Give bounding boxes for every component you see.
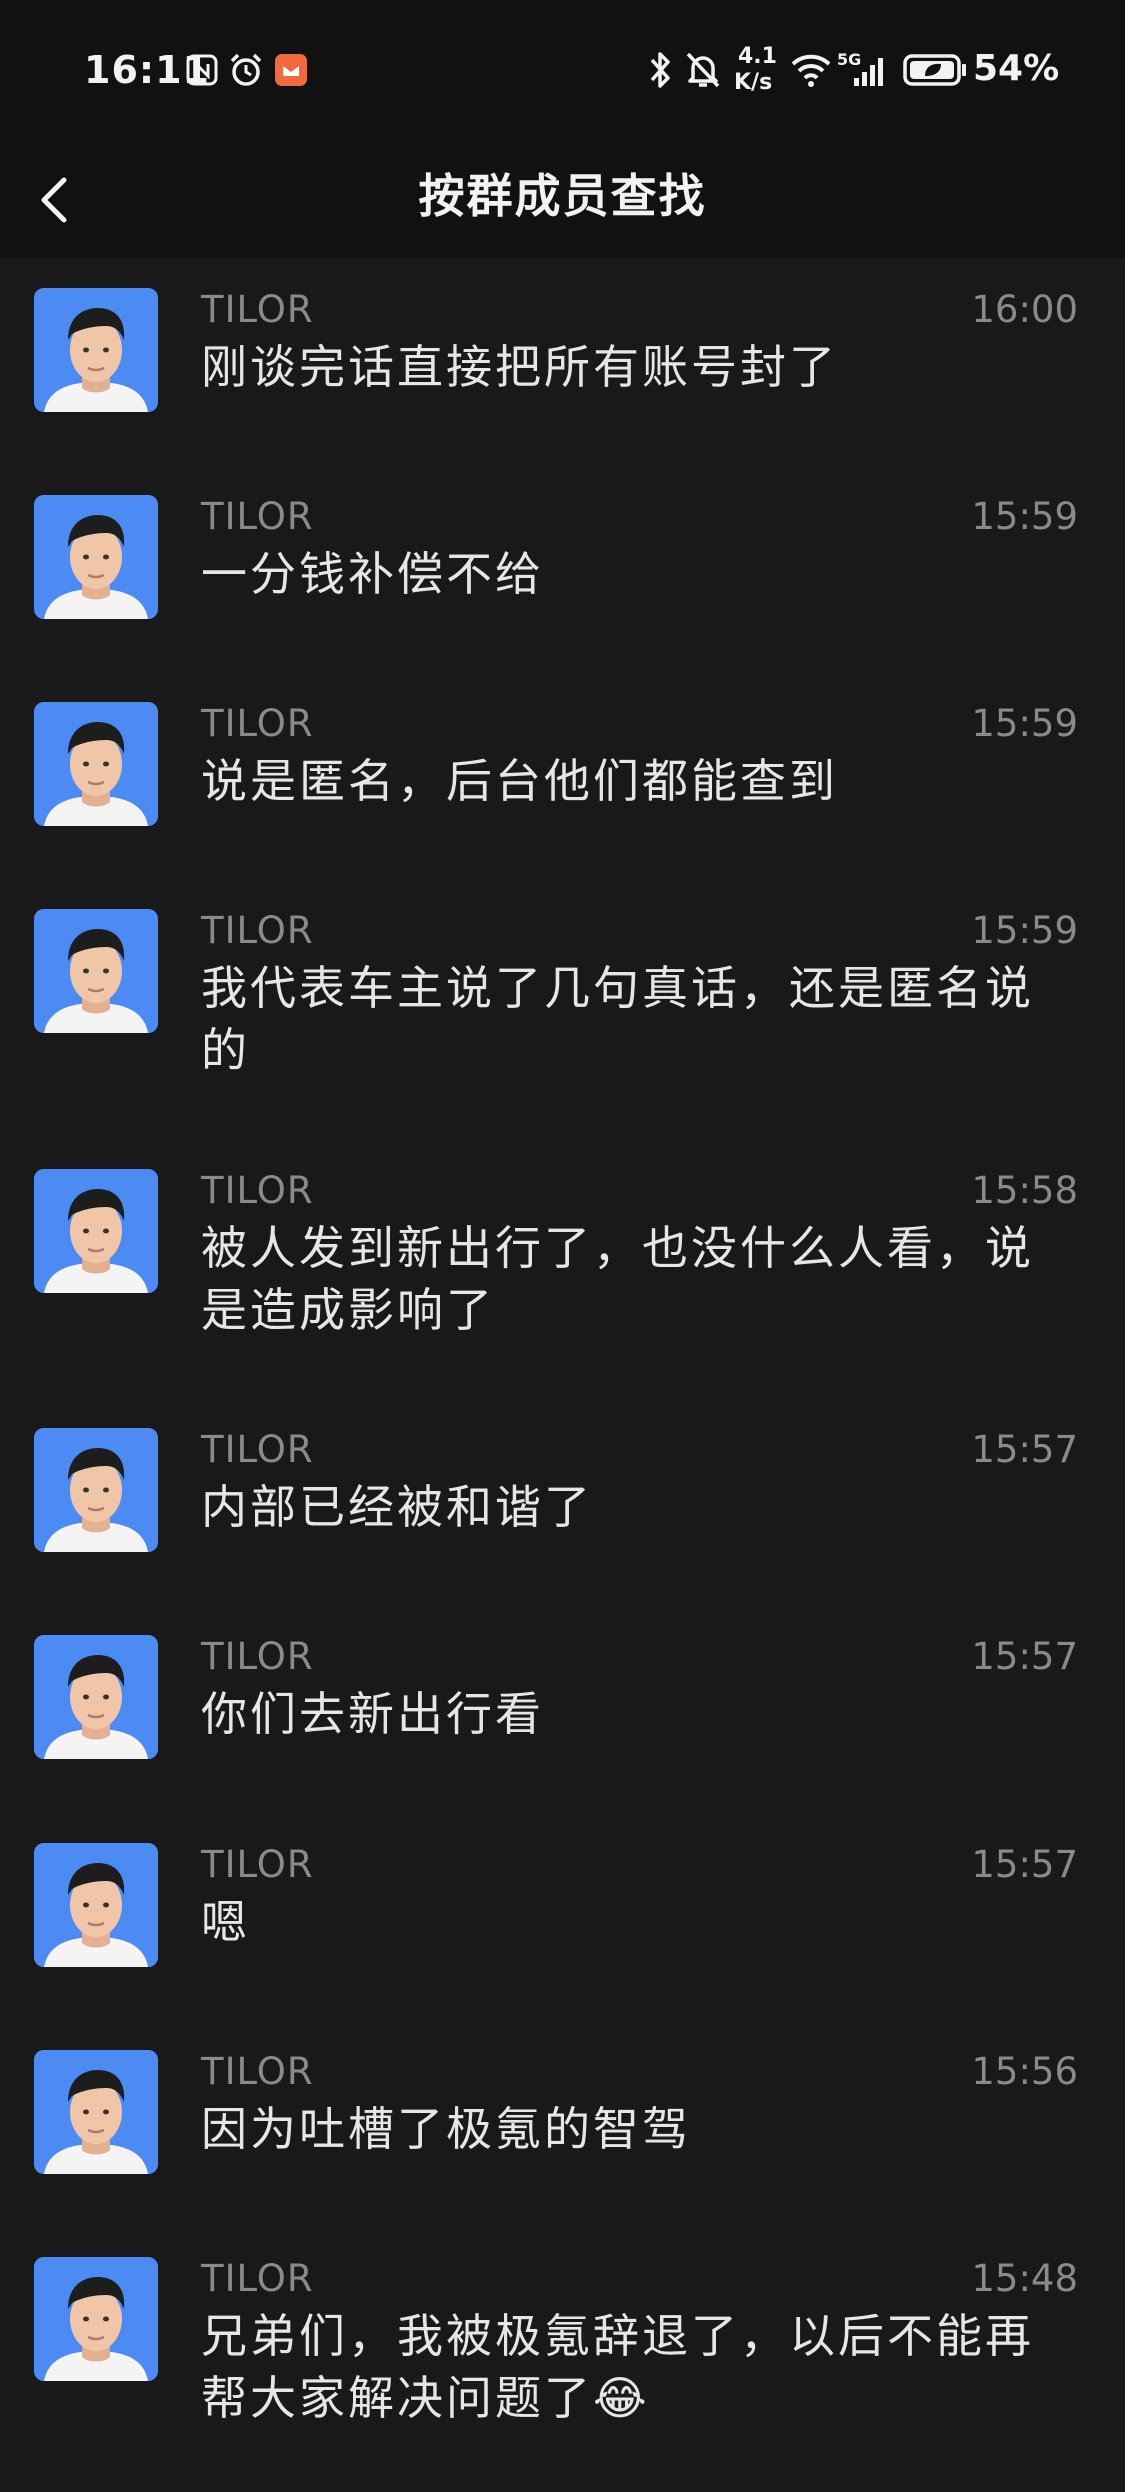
app-notification-icon — [275, 54, 307, 86]
message-text: 兄弟们，我被极氪辞退了，以后不能再帮大家解决问题了😂 — [201, 2309, 1034, 2425]
message-text: 一分钱补偿不给 — [201, 547, 544, 601]
sender-name: TILOR — [201, 2050, 314, 2093]
message-item[interactable]: TILOR 15:59 说是匿名，后台他们都能查到 — [0, 672, 1125, 879]
message-time: 16:00 — [971, 288, 1078, 331]
message-text: 因为吐槽了极氪的智驾 — [201, 2102, 691, 2156]
user-avatar-icon — [34, 2050, 158, 2174]
message-item[interactable]: TILOR 15:57 内部已经被和谐了 — [0, 1398, 1125, 1605]
message-time: 15:57 — [971, 1843, 1078, 1886]
message-time: 15:59 — [971, 495, 1078, 538]
bluetooth-icon — [650, 52, 670, 88]
page-title: 按群成员查找 — [418, 169, 707, 223]
message-text: 嗯 — [201, 1895, 250, 1949]
mute-bell-icon — [686, 52, 720, 88]
user-avatar-icon — [34, 702, 158, 826]
wifi-icon — [791, 54, 831, 87]
battery-icon — [903, 54, 966, 86]
message-item[interactable]: TILOR 15:56 因为吐槽了极氪的智驾 — [0, 2020, 1125, 2227]
sender-name: TILOR — [201, 1169, 314, 1212]
avatar[interactable] — [34, 1635, 158, 1759]
user-avatar-icon — [34, 1635, 158, 1759]
message-text: 被人发到新出行了，也没什么人看，说是造成影响了 — [201, 1221, 1034, 1337]
message-time: 15:59 — [971, 909, 1078, 952]
alarm-icon — [230, 53, 262, 86]
message-text: 我代表车主说了几句真话，还是匿名说的 — [201, 961, 1034, 1077]
message-text: 刚谈完话直接把所有账号封了 — [201, 340, 838, 394]
message-time: 15:48 — [971, 2257, 1078, 2300]
message-time: 15:59 — [971, 702, 1078, 745]
sender-name: TILOR — [201, 909, 314, 952]
message-time: 15:57 — [971, 1635, 1078, 1678]
sender-name: TILOR — [201, 1428, 314, 1471]
message-time: 15:56 — [971, 2050, 1078, 2093]
message-item[interactable]: TILOR 15:59 一分钱补偿不给 — [0, 465, 1125, 672]
avatar[interactable] — [34, 2050, 158, 2174]
user-avatar-icon — [34, 909, 158, 1033]
network-speed-value: 4.1 — [738, 44, 777, 69]
user-avatar-icon — [34, 2257, 158, 2381]
avatar[interactable] — [34, 1428, 158, 1552]
avatar[interactable] — [34, 2257, 158, 2381]
sender-name: TILOR — [201, 288, 314, 331]
avatar[interactable] — [34, 1843, 158, 1967]
top-bar: 按群成员查找 — [0, 140, 1125, 258]
sender-name: TILOR — [201, 2257, 314, 2300]
sender-name: TILOR — [201, 1843, 314, 1886]
battery-percent: 54% — [973, 48, 1060, 89]
message-item[interactable]: TILOR 15:59 我代表车主说了几句真话，还是匿名说的 — [0, 879, 1125, 1139]
user-avatar-icon — [34, 288, 158, 412]
message-item[interactable]: TILOR 15:48 兄弟们，我被极氪辞退了，以后不能再帮大家解决问题了😂 — [0, 2227, 1125, 2487]
network-speed-unit: K/s — [734, 70, 773, 95]
avatar[interactable] — [34, 702, 158, 826]
user-avatar-icon — [34, 1169, 158, 1293]
avatar[interactable] — [34, 909, 158, 1033]
message-time: 15:57 — [971, 1428, 1078, 1471]
message-text: 你们去新出行看 — [201, 1687, 544, 1741]
message-time: 15:58 — [971, 1169, 1078, 1212]
user-avatar-icon — [34, 495, 158, 619]
avatar[interactable] — [34, 495, 158, 619]
message-item[interactable]: TILOR 15:57 你们去新出行看 — [0, 1605, 1125, 1813]
avatar[interactable] — [34, 288, 158, 412]
message-text: 内部已经被和谐了 — [201, 1480, 593, 1534]
message-item[interactable]: TILOR 15:58 被人发到新出行了，也没什么人看，说是造成影响了 — [0, 1139, 1125, 1398]
message-item[interactable]: TILOR 16:00 刚谈完话直接把所有账号封了 — [0, 258, 1125, 465]
message-item[interactable]: TILOR 15:57 嗯 — [0, 1813, 1125, 2020]
avatar[interactable] — [34, 1169, 158, 1293]
user-avatar-icon — [34, 1428, 158, 1552]
sender-name: TILOR — [201, 702, 314, 745]
status-bar: 16:11 4.1 K/s 5G 54% — [0, 0, 1125, 140]
signal-icon — [854, 58, 883, 86]
message-text: 说是匿名，后台他们都能查到 — [201, 754, 838, 808]
user-avatar-icon — [34, 1843, 158, 1967]
nfc-icon — [186, 54, 218, 86]
sender-name: TILOR — [201, 495, 314, 538]
sender-name: TILOR — [201, 1635, 314, 1678]
message-list[interactable]: TILOR 16:00 刚谈完话直接把所有账号封了 TILOR 15:59 一分… — [0, 258, 1125, 2487]
